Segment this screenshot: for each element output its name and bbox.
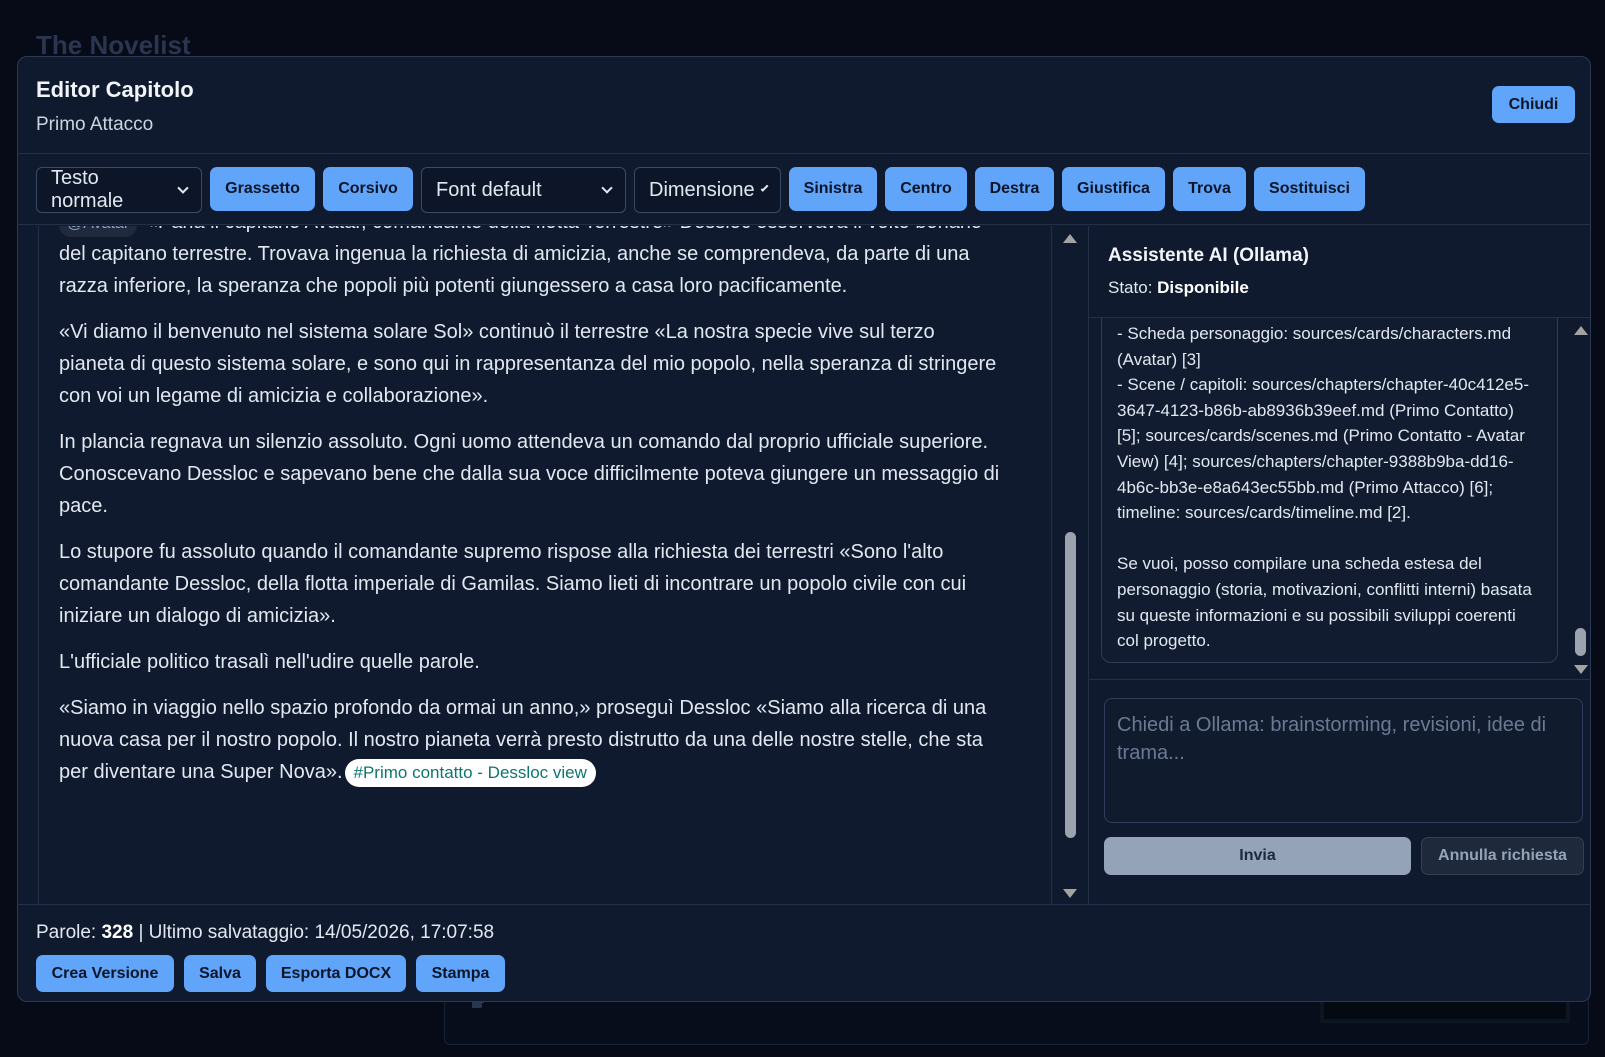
- paragraph-style-value: Testo normale: [51, 167, 124, 212]
- word-count-label: Parole:: [36, 922, 97, 943]
- align-right-button[interactable]: Destra: [975, 167, 1054, 211]
- editor-content[interactable]: @Avatar «Parla il capitano Avatar, coman…: [39, 226, 1024, 802]
- scrollbar-thumb[interactable]: [1575, 628, 1586, 656]
- create-version-button[interactable]: Crea Versione: [36, 955, 174, 992]
- cancel-request-button[interactable]: Annulla richiesta: [1421, 837, 1584, 875]
- send-button[interactable]: Invia: [1104, 837, 1411, 875]
- save-button[interactable]: Salva: [184, 955, 256, 992]
- font-value: Font default: [436, 178, 542, 201]
- scroll-up-arrow-icon[interactable]: [1574, 326, 1588, 335]
- find-button[interactable]: Trova: [1173, 167, 1246, 211]
- last-saved: | Ultimo salvataggio: 14/05/2026, 17:07:…: [138, 922, 495, 943]
- ai-assistant-panel: Assistente AI (Ollama) Stato: Disponibil…: [1088, 226, 1590, 904]
- paragraph: L'ufficiale politico trasalì nell'udire …: [59, 651, 480, 673]
- paragraph: Lo stupore fu assoluto quando il comanda…: [59, 541, 967, 627]
- paragraph: @Avatar «Parla il capitano Avatar, coman…: [59, 226, 1004, 302]
- paragraph-style-select[interactable]: Testo normale: [36, 167, 202, 213]
- scroll-down-arrow-icon[interactable]: [1063, 889, 1077, 898]
- character-mention[interactable]: @Avatar: [59, 226, 138, 237]
- modal-title: Editor Capitolo: [36, 77, 194, 102]
- chevron-down-icon: [601, 181, 613, 194]
- export-docx-button[interactable]: Esporta DOCX: [266, 955, 406, 992]
- ai-status: Stato: Disponibile: [1108, 278, 1249, 298]
- paragraph: In plancia regnava un silenzio assoluto.…: [59, 431, 1000, 517]
- paragraph: «Vi diamo il benvenuto nel sistema solar…: [59, 321, 997, 407]
- ai-panel-header: Assistente AI (Ollama) Stato: Disponibil…: [1089, 226, 1590, 318]
- paragraph-text: «Parla il capitano Avatar, comandante de…: [59, 226, 982, 297]
- scene-tag[interactable]: #Primo contatto - Dessloc view: [344, 759, 596, 787]
- ai-status-label: Stato:: [1108, 278, 1153, 297]
- justify-button[interactable]: Giustifica: [1062, 167, 1165, 211]
- chapter-name: Primo Attacco: [36, 114, 154, 135]
- size-value: Dimensione: [649, 178, 755, 201]
- ai-panel-title: Assistente AI (Ollama): [1108, 245, 1309, 266]
- word-count: 328: [101, 922, 134, 943]
- chapter-text-editor[interactable]: @Avatar «Parla il capitano Avatar, coman…: [38, 226, 1052, 904]
- replace-button[interactable]: Sostituisci: [1254, 167, 1365, 211]
- ai-message: - Scheda personaggio: sources/cards/char…: [1101, 318, 1558, 663]
- chevron-down-icon: [760, 183, 769, 192]
- ai-prompt-input[interactable]: [1104, 698, 1583, 823]
- close-button[interactable]: Chiudi: [1492, 86, 1575, 123]
- scroll-up-arrow-icon[interactable]: [1063, 234, 1077, 243]
- editor-footer: Parole: 328 | Ultimo salvataggio: 14/05/…: [18, 904, 1590, 1001]
- italic-button[interactable]: Corsivo: [323, 167, 413, 211]
- bold-button[interactable]: Grassetto: [210, 167, 315, 211]
- print-button[interactable]: Stampa: [416, 955, 505, 992]
- save-status: Parole: 328 | Ultimo salvataggio: 14/05/…: [36, 922, 494, 944]
- chevron-down-icon: [177, 181, 189, 194]
- editor-scrollbar[interactable]: [1052, 226, 1088, 904]
- paragraph: «Siamo in viaggio nello spazio profondo …: [59, 692, 1004, 788]
- align-left-button[interactable]: Sinistra: [789, 167, 877, 211]
- size-select[interactable]: Dimensione: [634, 167, 781, 213]
- modal-header: Editor Capitolo Primo Attacco Chiudi: [18, 57, 1590, 154]
- align-center-button[interactable]: Centro: [885, 167, 967, 211]
- chapter-editor-modal: Editor Capitolo Primo Attacco Chiudi Tes…: [17, 56, 1591, 1002]
- ai-status-value: Disponibile: [1157, 278, 1249, 297]
- ai-chat-log: - Scheda personaggio: sources/cards/char…: [1089, 318, 1590, 678]
- font-select[interactable]: Font default: [421, 167, 626, 213]
- ai-chat-scrollbar[interactable]: [1569, 318, 1590, 678]
- scrollbar-thumb[interactable]: [1065, 532, 1076, 838]
- scroll-down-arrow-icon[interactable]: [1574, 665, 1588, 674]
- ai-input-area: Invia Annulla richiesta: [1089, 679, 1590, 904]
- formatting-toolbar: Testo normale Grassetto Corsivo Font def…: [18, 154, 1590, 225]
